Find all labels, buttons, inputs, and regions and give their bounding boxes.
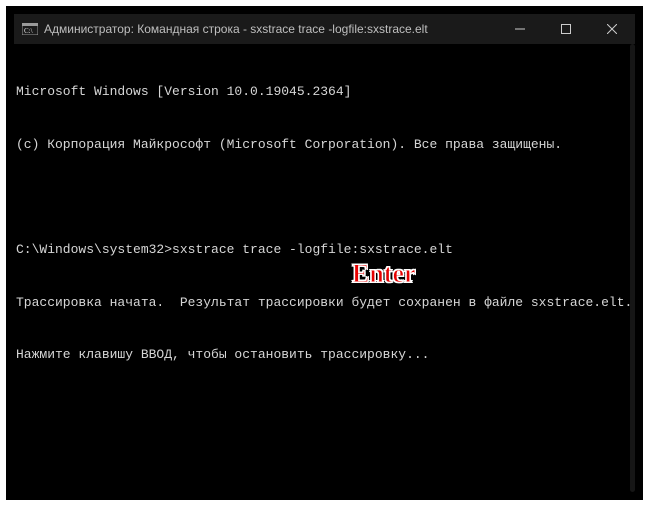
terminal-line: Нажмите клавишу ВВОД, чтобы остановить т… [16,346,633,364]
entered-command: sxstrace trace -logfile:sxstrace.elt [172,242,453,257]
maximize-button[interactable] [543,14,589,44]
vertical-scrollbar[interactable] [630,44,635,492]
svg-text:C:\: C:\ [24,27,33,35]
titlebar[interactable]: C:\ Администратор: Командная строка - sx… [14,14,635,44]
terminal-blank-line [16,188,633,206]
terminal-line: (c) Корпорация Майкрософт (Microsoft Cor… [16,136,633,154]
close-button[interactable] [589,14,635,44]
cmd-icon: C:\ [22,22,38,36]
terminal-line: Microsoft Windows [Version 10.0.19045.23… [16,83,633,101]
cmd-window: C:\ Администратор: Командная строка - sx… [14,14,635,492]
screenshot-frame: C:\ Администратор: Командная строка - sx… [6,6,643,500]
window-controls [497,14,635,44]
window-title: Администратор: Командная строка - sxstra… [44,22,497,36]
minimize-button[interactable] [497,14,543,44]
terminal-line: Трассировка начата. Результат трассировк… [16,294,633,312]
enter-key-annotation: Enter [352,256,416,291]
terminal-area[interactable]: Microsoft Windows [Version 10.0.19045.23… [14,44,635,492]
terminal-prompt-line: C:\Windows\system32>sxstrace trace -logf… [16,241,633,259]
prompt-path: C:\Windows\system32> [16,242,172,257]
